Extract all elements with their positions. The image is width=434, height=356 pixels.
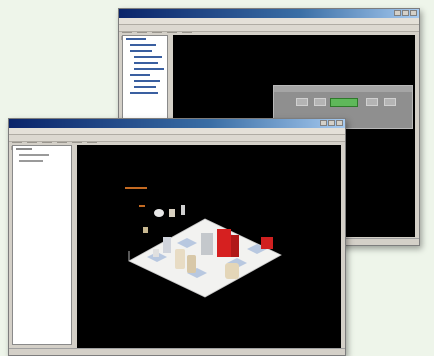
tree-item[interactable] — [123, 90, 167, 96]
scene-object-red-block — [231, 235, 239, 257]
dialog-button[interactable] — [384, 98, 396, 106]
scene-object-red-cube — [261, 237, 273, 249]
front-window — [8, 118, 346, 356]
dialog-titlebar — [274, 86, 412, 92]
scene-object-cylinder — [187, 255, 196, 273]
front-tree-panel[interactable] — [12, 145, 72, 345]
scene-object-small — [153, 249, 159, 257]
maximize-icon[interactable] — [402, 10, 409, 16]
back-toolbar — [119, 25, 419, 40]
dialog-button[interactable] — [296, 98, 308, 106]
scene-object-grey-block — [201, 233, 213, 255]
scene-label — [139, 205, 145, 207]
front-window-titlebar[interactable] — [9, 119, 345, 128]
front-statusbar — [9, 348, 345, 355]
dialog-button[interactable] — [366, 98, 378, 106]
front-toolbar — [9, 135, 345, 150]
close-icon[interactable] — [336, 120, 343, 126]
dialog-button[interactable] — [314, 98, 326, 106]
isometric-scene — [125, 187, 282, 298]
minimize-icon[interactable] — [394, 10, 401, 16]
back-menubar — [119, 18, 419, 33]
back-tree-panel[interactable] — [122, 35, 168, 119]
minimize-icon[interactable] — [320, 120, 327, 126]
scene-item-marker — [181, 205, 185, 215]
front-menubar — [9, 128, 345, 143]
front-viewport[interactable] — [77, 145, 341, 349]
scene-object-beige — [225, 263, 239, 279]
scene-object-red-block — [217, 229, 231, 257]
close-icon[interactable] — [410, 10, 417, 16]
maximize-icon[interactable] — [328, 120, 335, 126]
scene-label — [125, 187, 147, 189]
progress-bar — [330, 98, 358, 107]
scene-object-cylinder — [175, 249, 185, 269]
back-window-titlebar[interactable] — [119, 9, 419, 18]
scene-item-marker — [169, 209, 175, 217]
scene-item-marker — [143, 227, 148, 233]
scene-item-marker — [154, 209, 164, 217]
tree-item[interactable] — [13, 158, 71, 164]
scene-object-tower — [163, 237, 171, 253]
